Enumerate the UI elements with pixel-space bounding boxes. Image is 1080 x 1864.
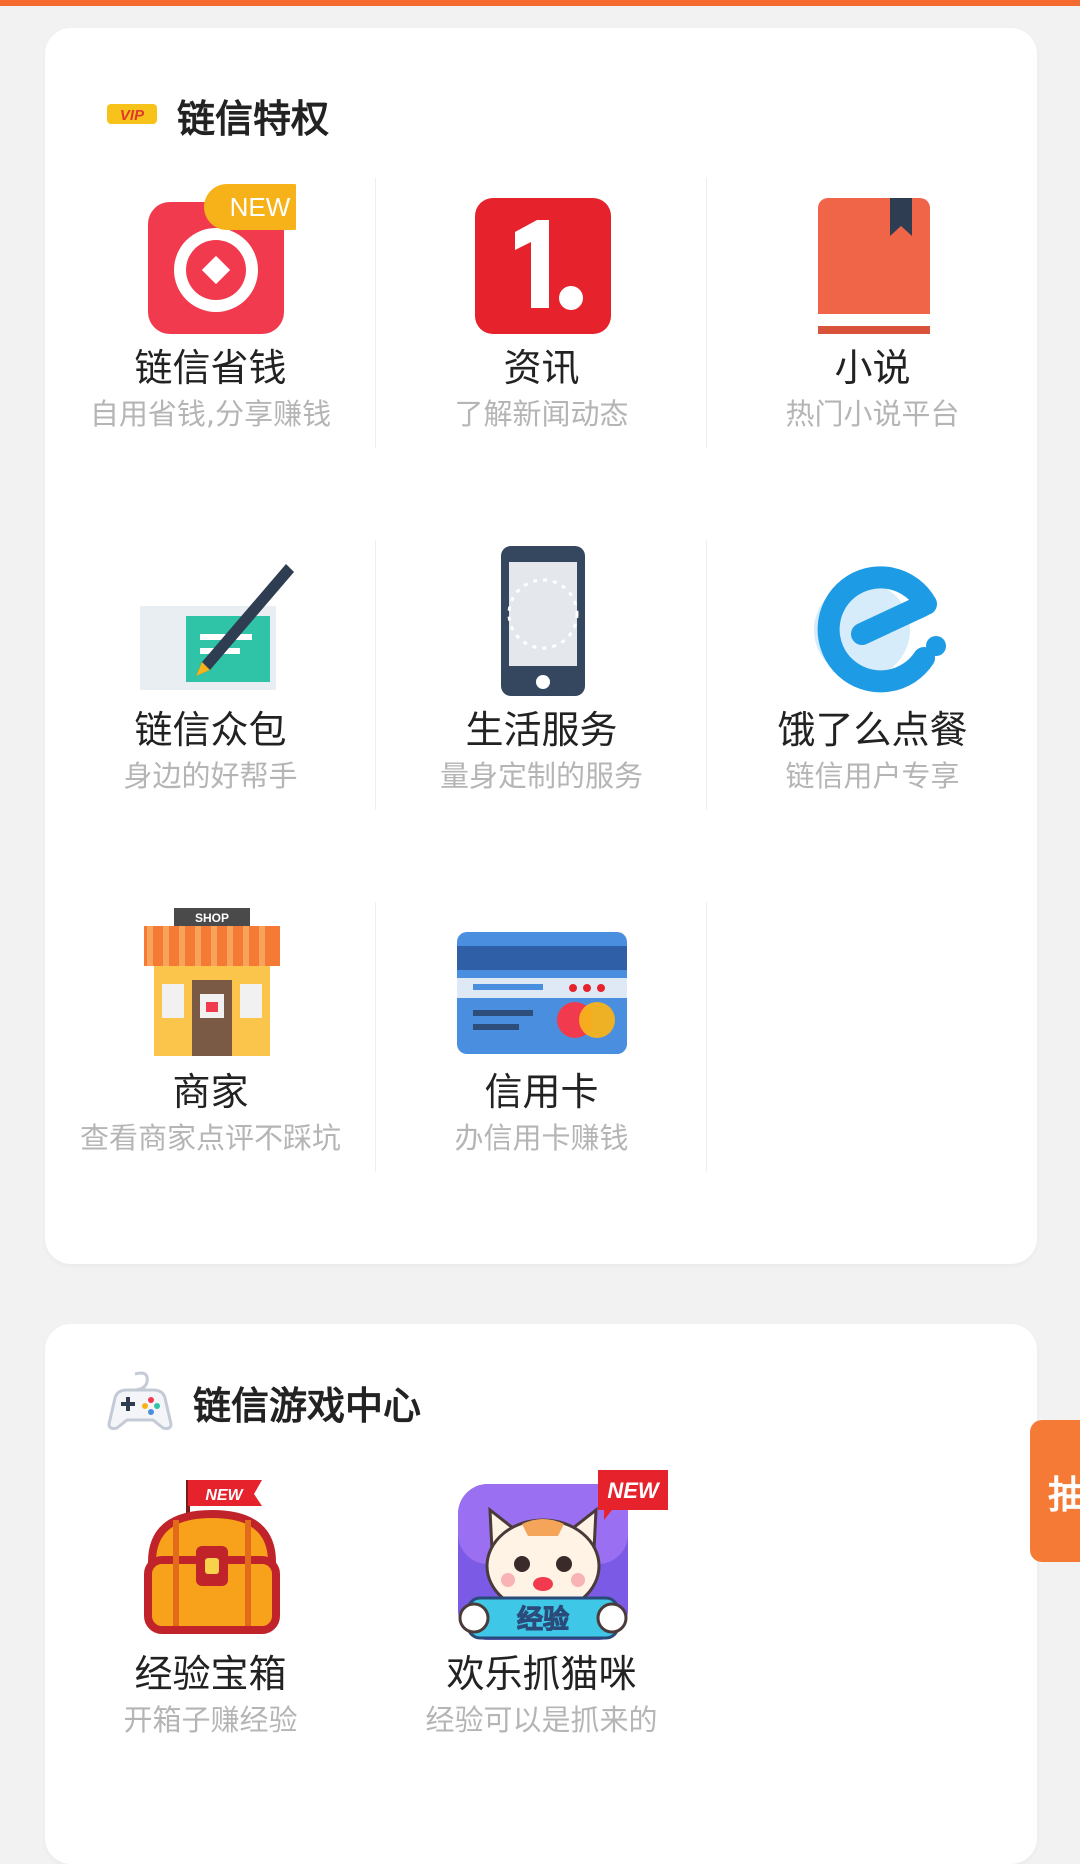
app-label: 饿了么点餐 (777, 708, 968, 752)
treasure-chest-icon: NEW (126, 1470, 296, 1640)
game-center-title: 链信游戏中心 (193, 1383, 422, 1428)
wallet-icon: NEW (126, 184, 296, 334)
app-subtitle: 办信用卡赚钱 (454, 1121, 629, 1155)
app-subtitle: 身边的好帮手 (123, 759, 298, 793)
app-item-life-service[interactable]: 生活服务 量身定制的服务 (376, 540, 707, 830)
svg-text:NEW: NEW (607, 1478, 661, 1503)
app-item-eleme[interactable]: 饿了么点餐 链信用户专享 (707, 540, 1038, 830)
app-subtitle: 自用省钱,分享赚钱 (89, 397, 332, 431)
vip-icon: VIP (105, 100, 159, 132)
svg-text:NEW: NEW (205, 1487, 244, 1504)
app-subtitle: 量身定制的服务 (439, 759, 643, 793)
app-label: 欢乐抓猫咪 (446, 1652, 637, 1696)
app-label: 生活服务 (465, 708, 618, 752)
app-label: 资讯 (503, 346, 580, 390)
side-tab-label: 抽 (1048, 1472, 1080, 1517)
news-icon (457, 184, 627, 334)
top-accent-bar (0, 0, 1080, 6)
pen-task-icon (126, 546, 296, 696)
app-item-merchant[interactable]: SHOP 商家 查看商家点评不踩坑 (45, 902, 376, 1192)
phone-icon (457, 546, 627, 696)
app-label: 经验宝箱 (134, 1652, 287, 1696)
lottery-side-tab[interactable]: 抽 (1030, 1420, 1080, 1562)
app-label: 链信众包 (134, 708, 287, 752)
privileges-card: VIP 链信特权 NEW 链信省钱 自用省钱,分享赚钱 资讯 了解新闻动态 小说… (45, 28, 1037, 1264)
game-item-treasure-box[interactable]: NEW 经验宝箱 开箱子赚经验 (45, 1464, 376, 1784)
book-icon (788, 184, 958, 334)
eleme-icon (788, 546, 958, 696)
app-label: 信用卡 (484, 1070, 599, 1114)
shop-icon: SHOP (126, 908, 296, 1058)
game-item-catch-cat[interactable]: 经验 NEW 欢乐抓猫咪 经验可以是抓来的 (376, 1464, 707, 1784)
svg-text:经验: 经验 (516, 1604, 568, 1635)
cat-game-icon: 经验 NEW (412, 1470, 672, 1640)
svg-text:VIP: VIP (120, 107, 145, 124)
app-subtitle: 查看商家点评不踩坑 (79, 1121, 341, 1155)
app-label: 小说 (834, 346, 911, 390)
game-center-card: 链信游戏中心 NEW 经验宝箱 开箱子赚经验 经验 NEW 欢乐抓猫咪 经验可以… (45, 1324, 1037, 1864)
app-item-novel[interactable]: 小说 热门小说平台 (707, 178, 1038, 468)
app-item-save-money[interactable]: NEW 链信省钱 自用省钱,分享赚钱 (45, 178, 376, 468)
app-subtitle: 经验可以是抓来的 (425, 1703, 658, 1737)
credit-card-icon (456, 908, 627, 1058)
app-subtitle: 链信用户专享 (785, 759, 960, 793)
game-center-header: 链信游戏中心 (105, 1368, 421, 1436)
app-item-credit-card[interactable]: 信用卡 办信用卡赚钱 (376, 902, 707, 1192)
svg-text:SHOP: SHOP (194, 911, 228, 925)
app-item-news[interactable]: 资讯 了解新闻动态 (376, 178, 707, 468)
app-subtitle: 了解新闻动态 (454, 397, 629, 431)
app-label: 商家 (172, 1070, 249, 1114)
app-subtitle: 开箱子赚经验 (123, 1703, 298, 1737)
svg-text:NEW: NEW (229, 192, 290, 222)
gamepad-icon (105, 1368, 175, 1436)
app-subtitle: 热门小说平台 (785, 397, 960, 431)
app-item-crowdsourcing[interactable]: 链信众包 身边的好帮手 (45, 540, 376, 830)
privileges-header: VIP 链信特权 (105, 88, 329, 143)
privileges-title: 链信特权 (177, 97, 330, 141)
app-label: 链信省钱 (134, 346, 287, 390)
